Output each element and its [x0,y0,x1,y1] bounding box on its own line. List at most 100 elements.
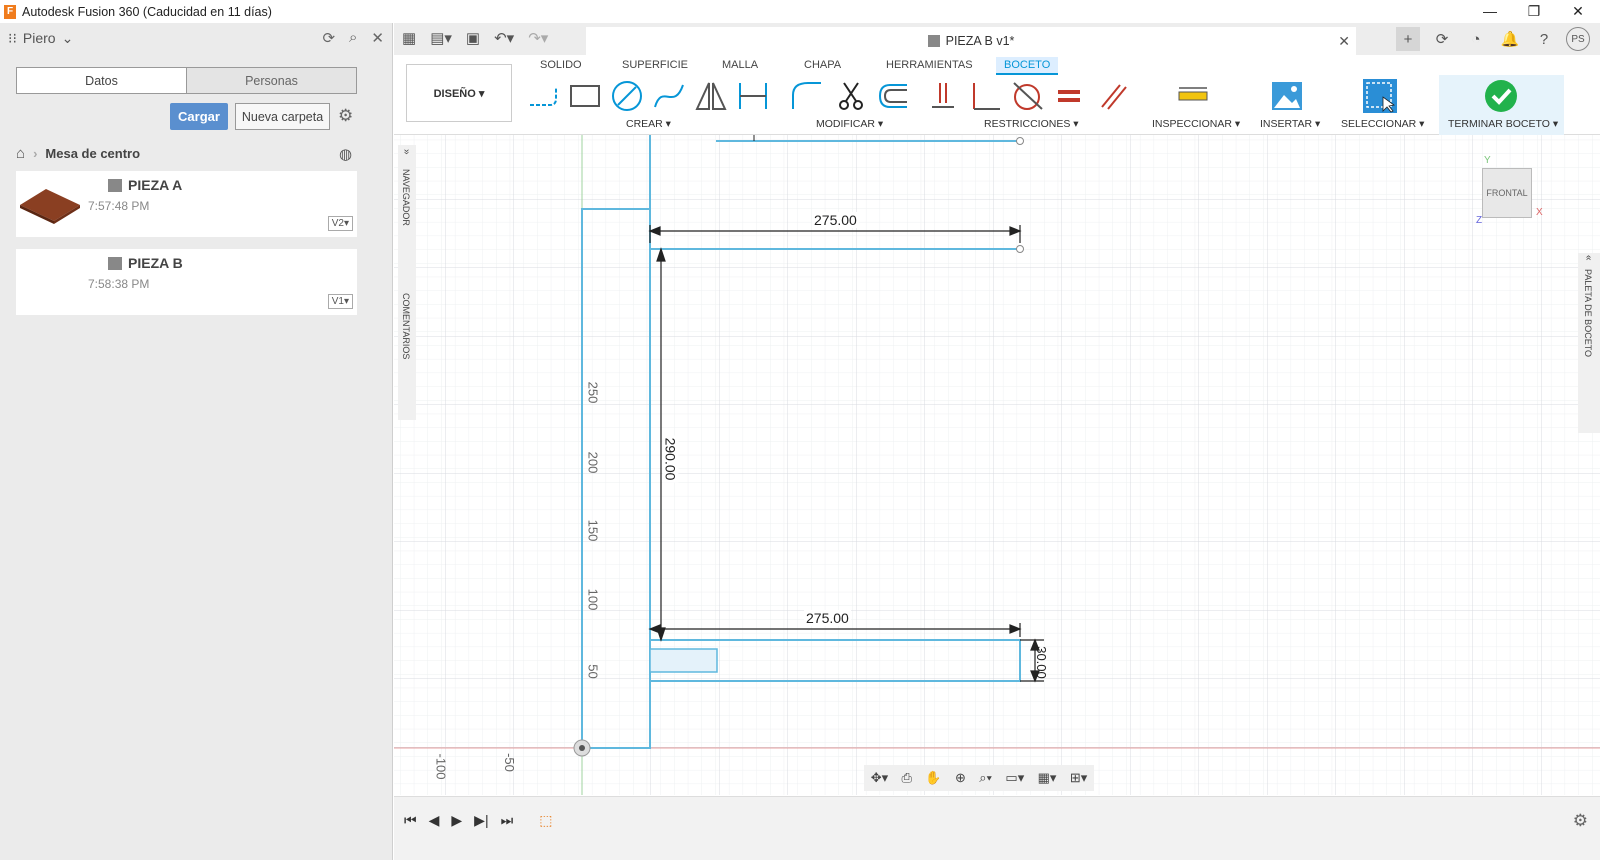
version-badge[interactable]: V1▾ [327,294,353,309]
save-icon[interactable]: ▣ [466,29,480,47]
tab-superficie[interactable]: SUPERFICIE [614,57,696,73]
component-icon [108,256,122,270]
perpendicular-constraint-icon[interactable] [968,79,1002,113]
group-inspeccionar[interactable]: INSPECCIONAR ▾ [1152,118,1240,130]
close-window-button[interactable]: ✕ [1556,0,1600,22]
maximize-button[interactable]: ❐ [1512,0,1556,22]
look-at-icon[interactable]: ⎙ [902,770,912,786]
dimension-bottom[interactable]: 275.00 [804,610,851,626]
new-tab-icon[interactable]: + [1396,27,1420,51]
close-panel-icon[interactable]: ✕ [371,29,384,47]
insert-image-icon[interactable] [1270,79,1304,113]
timeline-settings-icon[interactable]: ⚙ [1573,811,1588,831]
line-tool-icon[interactable] [526,79,560,113]
tangent-constraint-icon[interactable] [1010,79,1044,113]
step-forward-icon[interactable]: ▶| [474,812,488,829]
select-tool-icon[interactable] [1363,79,1397,113]
dimension-top[interactable]: 275.00 [812,212,859,228]
tab-malla[interactable]: MALLA [714,57,766,73]
group-modificar[interactable]: MODIFICAR ▾ [816,118,883,130]
display-settings-icon[interactable]: ▭▾ [1005,770,1024,786]
list-item[interactable]: PIEZA B 7:58:38 PM V1▾ [16,249,357,315]
viewports-icon[interactable]: ⊞▾ [1070,770,1087,786]
breadcrumb-folder[interactable]: Mesa de centro [45,146,140,161]
home-icon[interactable]: ⌂ [16,145,25,162]
avatar[interactable]: PS [1566,27,1590,51]
upload-button[interactable]: Cargar [170,103,228,130]
sketch-grid[interactable] [394,135,1600,795]
view-cube[interactable]: FRONTAL [1482,168,1532,218]
group-crear[interactable]: CREAR ▾ [626,118,671,130]
new-folder-button[interactable]: Nueva carpeta [235,103,330,130]
orbit-icon[interactable]: ✥▾ [871,770,888,786]
tab-herramientas[interactable]: HERRAMIENTAS [878,57,981,73]
group-insertar[interactable]: INSERTAR ▾ [1260,118,1320,130]
dimension-tool-icon[interactable] [736,79,770,113]
list-item[interactable]: PIEZA A 7:57:48 PM V2▾ [16,171,357,237]
close-tab-icon[interactable]: ✕ [1338,33,1350,50]
help-icon[interactable]: ? [1532,27,1556,51]
version-badge[interactable]: V2▾ [327,216,353,231]
data-tabs: Datos Personas [16,67,357,94]
view-cube-face[interactable]: FRONTAL [1486,188,1527,198]
minimize-button[interactable]: — [1468,0,1512,22]
notifications-icon[interactable]: 🔔 [1498,27,1522,51]
zoom-icon[interactable]: ⊕ [955,770,966,786]
navigator-tab[interactable]: NAVEGADOR [401,169,411,226]
spline-tool-icon[interactable] [652,79,686,113]
rectangle-tool-icon[interactable] [568,79,602,113]
pan-icon[interactable]: ✋ [925,770,941,786]
tab-datos[interactable]: Datos [17,68,187,93]
sketch-canvas[interactable]: 275.00 275.00 290.00 30.00 250 200 150 1… [394,135,1600,795]
tab-personas[interactable]: Personas [187,68,356,93]
tab-boceto[interactable]: BOCETO [996,57,1059,75]
user-selector[interactable]: Piero [23,30,56,46]
workspace-dropdown[interactable]: DISEÑO ▾ [406,64,512,122]
finish-sketch-button[interactable]: TERMINAR BOCETO ▾ [1448,118,1558,130]
coincident-constraint-icon[interactable] [926,79,960,113]
tab-chapa[interactable]: CHAPA [796,57,849,73]
chevron-left-icon[interactable]: « [1583,255,1594,261]
globe-icon[interactable]: ◍ [339,145,352,163]
refresh-icon[interactable]: ⟳ [322,29,335,47]
sketch-feature-icon[interactable]: ⬚ [539,812,552,829]
dimension-small[interactable]: 30.00 [1034,646,1049,679]
play-icon[interactable]: ▶ [451,812,462,829]
gear-icon[interactable]: ⚙ [338,106,353,126]
grid-settings-icon[interactable]: ▦▾ [1038,770,1057,786]
mirror-tool-icon[interactable] [694,79,728,113]
equal-constraint-icon[interactable] [1052,79,1086,113]
document-tab[interactable]: PIEZA B v1* ✕ [586,27,1356,55]
comments-tab[interactable]: COMENTARIOS [401,293,411,359]
offset-tool-icon[interactable] [876,79,910,113]
search-icon[interactable]: ⌕ [349,29,357,47]
tab-solido[interactable]: SOLIDO [532,57,590,73]
group-restricciones[interactable]: RESTRICCIONES ▾ [984,118,1079,130]
chevron-right-icon[interactable]: » [401,149,412,155]
fit-icon[interactable]: ⌕▾ [979,770,992,786]
chevron-right-icon: › [33,146,38,161]
ruler-y-label: 200 [585,451,601,474]
fillet-tool-icon[interactable] [790,79,824,113]
chevron-down-icon[interactable]: ⌄ [62,30,74,47]
go-to-end-icon[interactable]: ⏭ [501,812,514,829]
dimension-vertical[interactable]: 290.00 [662,435,679,483]
trim-tool-icon[interactable] [834,79,868,113]
step-back-icon[interactable]: ◀ [429,812,440,829]
undo-icon[interactable]: ↶▾ [494,29,514,47]
circle-tool-icon[interactable] [610,79,644,113]
job-status-icon[interactable]: ◔ [1464,27,1488,51]
measure-tool-icon[interactable] [1176,79,1210,113]
grid-menu-icon[interactable]: ▦ [402,29,416,47]
parallel-constraint-icon[interactable] [1096,79,1130,113]
sketch-palette-panel[interactable]: « PALETA DE BOCETO [1578,253,1600,433]
redo-icon[interactable]: ↷▾ [528,29,548,47]
go-to-start-icon[interactable]: ⏮ [404,812,417,829]
extensions-icon[interactable]: ⟳ [1430,27,1454,51]
finish-sketch-area[interactable]: TERMINAR BOCETO ▾ [1439,75,1564,135]
sketch-palette-tab[interactable]: PALETA DE BOCETO [1583,269,1593,357]
browser-side-panel[interactable]: » NAVEGADOR COMENTARIOS [398,145,416,420]
file-menu-icon[interactable]: ▤▾ [430,29,452,47]
checkmark-icon[interactable] [1484,79,1518,113]
group-seleccionar[interactable]: SELECCIONAR ▾ [1341,118,1424,130]
